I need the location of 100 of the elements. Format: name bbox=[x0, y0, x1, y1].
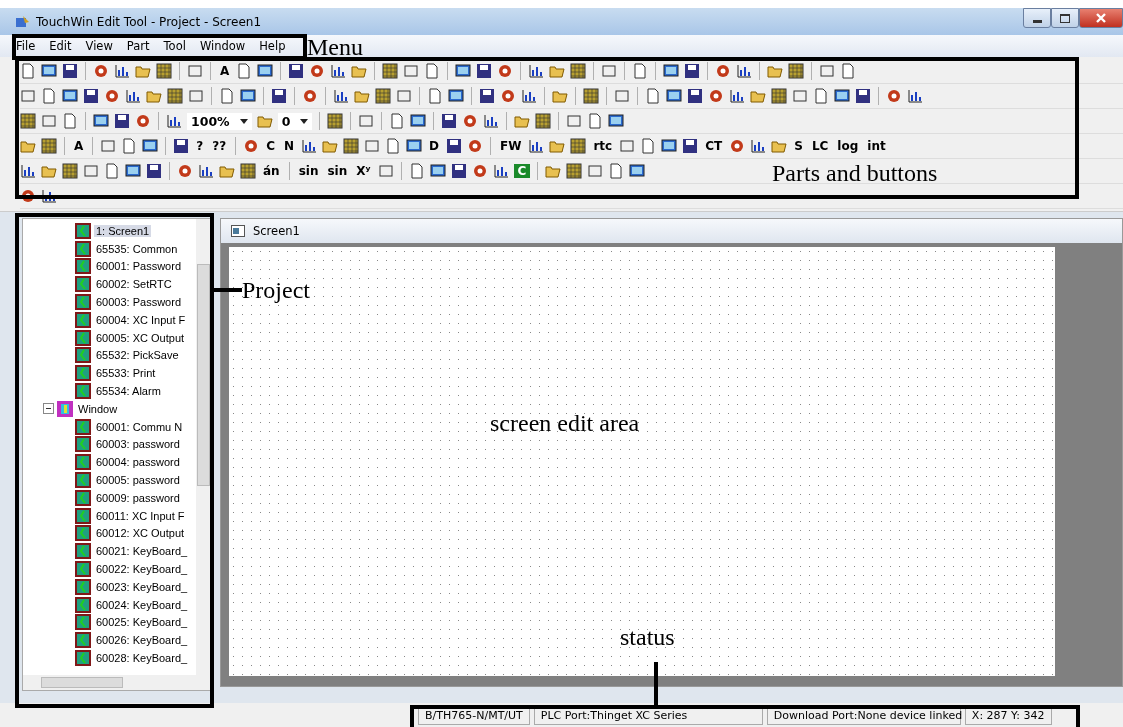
toolbar-button[interactable]: N bbox=[282, 139, 297, 153]
folder-icon[interactable] bbox=[322, 138, 339, 154]
toolbar-button[interactable]: ? bbox=[194, 139, 206, 153]
folder-icon[interactable] bbox=[545, 163, 562, 179]
grid-icon[interactable] bbox=[375, 88, 391, 104]
shape-icon[interactable] bbox=[819, 63, 836, 79]
chart-icon[interactable] bbox=[114, 63, 130, 79]
folder-icon[interactable] bbox=[135, 63, 151, 79]
toolbar-button[interactable]: log bbox=[835, 139, 861, 153]
toolbar-dropdown[interactable]: 0 bbox=[277, 112, 313, 130]
tree-item[interactable]: 60005: XC Output bbox=[94, 331, 187, 344]
shape-icon[interactable] bbox=[377, 163, 394, 179]
folder-icon[interactable] bbox=[146, 88, 162, 104]
grid-icon[interactable] bbox=[382, 63, 399, 79]
toolbar-button[interactable]: C bbox=[264, 139, 277, 153]
grid-icon[interactable] bbox=[156, 63, 172, 79]
toolbar-button[interactable]: C bbox=[513, 164, 531, 178]
document-icon[interactable] bbox=[813, 88, 829, 104]
chart-icon[interactable] bbox=[330, 63, 347, 79]
shape-icon[interactable] bbox=[792, 88, 808, 104]
dotted-canvas[interactable] bbox=[229, 247, 1055, 676]
close-button[interactable] bbox=[1079, 8, 1123, 28]
folder-icon[interactable] bbox=[552, 88, 568, 104]
folder-icon[interactable] bbox=[549, 138, 566, 154]
grid-icon[interactable] bbox=[343, 138, 360, 154]
screen-icon[interactable] bbox=[406, 138, 423, 154]
toolbar-button[interactable]: S bbox=[792, 139, 805, 153]
chart-icon[interactable] bbox=[521, 88, 537, 104]
menu-item[interactable]: File bbox=[16, 39, 36, 53]
document-icon[interactable] bbox=[840, 63, 857, 79]
minimize-button[interactable] bbox=[1023, 8, 1051, 28]
tree-item[interactable]: 1: Screen1 bbox=[94, 224, 152, 237]
screen-icon[interactable] bbox=[62, 88, 78, 104]
tree-item[interactable]: 60024: KeyBoard_ bbox=[94, 598, 190, 611]
shape-icon[interactable] bbox=[83, 163, 99, 179]
screen-icon[interactable] bbox=[410, 113, 427, 129]
document-icon[interactable] bbox=[427, 88, 443, 104]
folder-icon[interactable] bbox=[354, 88, 370, 104]
tree-item[interactable]: 60023: KeyBoard_ bbox=[94, 580, 190, 593]
shape-icon[interactable] bbox=[403, 63, 420, 79]
document-icon[interactable] bbox=[424, 63, 441, 79]
tree-item[interactable]: 65533: Print bbox=[94, 367, 158, 380]
shape-icon[interactable] bbox=[601, 63, 618, 79]
folder-icon[interactable] bbox=[767, 63, 784, 79]
tree-item[interactable]: 60009: password bbox=[94, 491, 182, 504]
screen-icon[interactable] bbox=[608, 113, 625, 129]
shape-icon[interactable] bbox=[100, 138, 117, 154]
screen-icon[interactable] bbox=[666, 88, 682, 104]
menu-item[interactable]: Help bbox=[259, 39, 286, 53]
document-icon[interactable] bbox=[632, 63, 649, 79]
screen-icon[interactable] bbox=[455, 63, 472, 79]
menu-item[interactable]: Part bbox=[126, 39, 150, 53]
folder-icon[interactable] bbox=[514, 113, 531, 129]
chart-icon[interactable] bbox=[483, 113, 500, 129]
screen-icon[interactable] bbox=[834, 88, 850, 104]
screen-icon[interactable] bbox=[663, 63, 680, 79]
toolbar-button[interactable]: A bbox=[218, 64, 232, 78]
chart-icon[interactable] bbox=[125, 88, 141, 104]
tree-item[interactable]: 60001: Commu N bbox=[94, 420, 185, 433]
toolbar-button[interactable]: án bbox=[261, 164, 282, 178]
toolbar-button[interactable]: sin bbox=[325, 164, 350, 178]
chart-icon[interactable] bbox=[528, 63, 545, 79]
document-icon[interactable] bbox=[20, 63, 36, 79]
document-icon[interactable] bbox=[219, 88, 235, 104]
tree-item[interactable]: 65535: Common bbox=[94, 242, 180, 255]
grid-icon[interactable] bbox=[566, 163, 583, 179]
shape-icon[interactable] bbox=[188, 88, 204, 104]
shape-icon[interactable] bbox=[187, 63, 203, 79]
document-icon[interactable] bbox=[62, 113, 78, 129]
tree-item[interactable]: 60003: password bbox=[94, 438, 182, 451]
toolbar-button[interactable]: Xʸ bbox=[354, 164, 373, 178]
tree-item[interactable]: 60021: KeyBoard_ bbox=[94, 545, 190, 558]
toolbar-button[interactable]: FW bbox=[498, 139, 524, 153]
chart-icon[interactable] bbox=[492, 163, 509, 179]
toolbar-button[interactable]: int bbox=[865, 139, 888, 153]
tree-item[interactable]: 60001: Password bbox=[94, 260, 183, 273]
grid-icon[interactable] bbox=[771, 88, 787, 104]
screen-icon[interactable] bbox=[257, 63, 274, 79]
chart-icon[interactable] bbox=[907, 88, 923, 104]
toolbar-button[interactable]: D bbox=[427, 139, 441, 153]
horizontal-scrollbar[interactable] bbox=[23, 675, 211, 690]
screen-icon[interactable] bbox=[41, 63, 57, 79]
chart-icon[interactable] bbox=[528, 138, 545, 154]
document-icon[interactable] bbox=[121, 138, 138, 154]
screen-icon[interactable] bbox=[142, 138, 159, 154]
toolbar-button[interactable]: CT bbox=[703, 139, 725, 153]
chart-icon[interactable] bbox=[41, 188, 57, 204]
shape-icon[interactable] bbox=[20, 88, 36, 104]
tree-item[interactable]: 60005: password bbox=[94, 474, 182, 487]
chart-icon[interactable] bbox=[166, 113, 182, 129]
tree-item[interactable]: 60025: KeyBoard_ bbox=[94, 616, 190, 629]
toolbar-button[interactable]: sin bbox=[296, 164, 321, 178]
shape-icon[interactable] bbox=[364, 138, 381, 154]
folder-icon[interactable] bbox=[750, 88, 766, 104]
screen-tab[interactable]: Screen1 bbox=[221, 219, 1122, 243]
chart-icon[interactable] bbox=[198, 163, 214, 179]
grid-icon[interactable] bbox=[570, 63, 587, 79]
tree-item[interactable]: Window bbox=[76, 402, 120, 415]
toolbar-button[interactable]: LC bbox=[809, 139, 831, 153]
screen-icon[interactable] bbox=[240, 88, 256, 104]
